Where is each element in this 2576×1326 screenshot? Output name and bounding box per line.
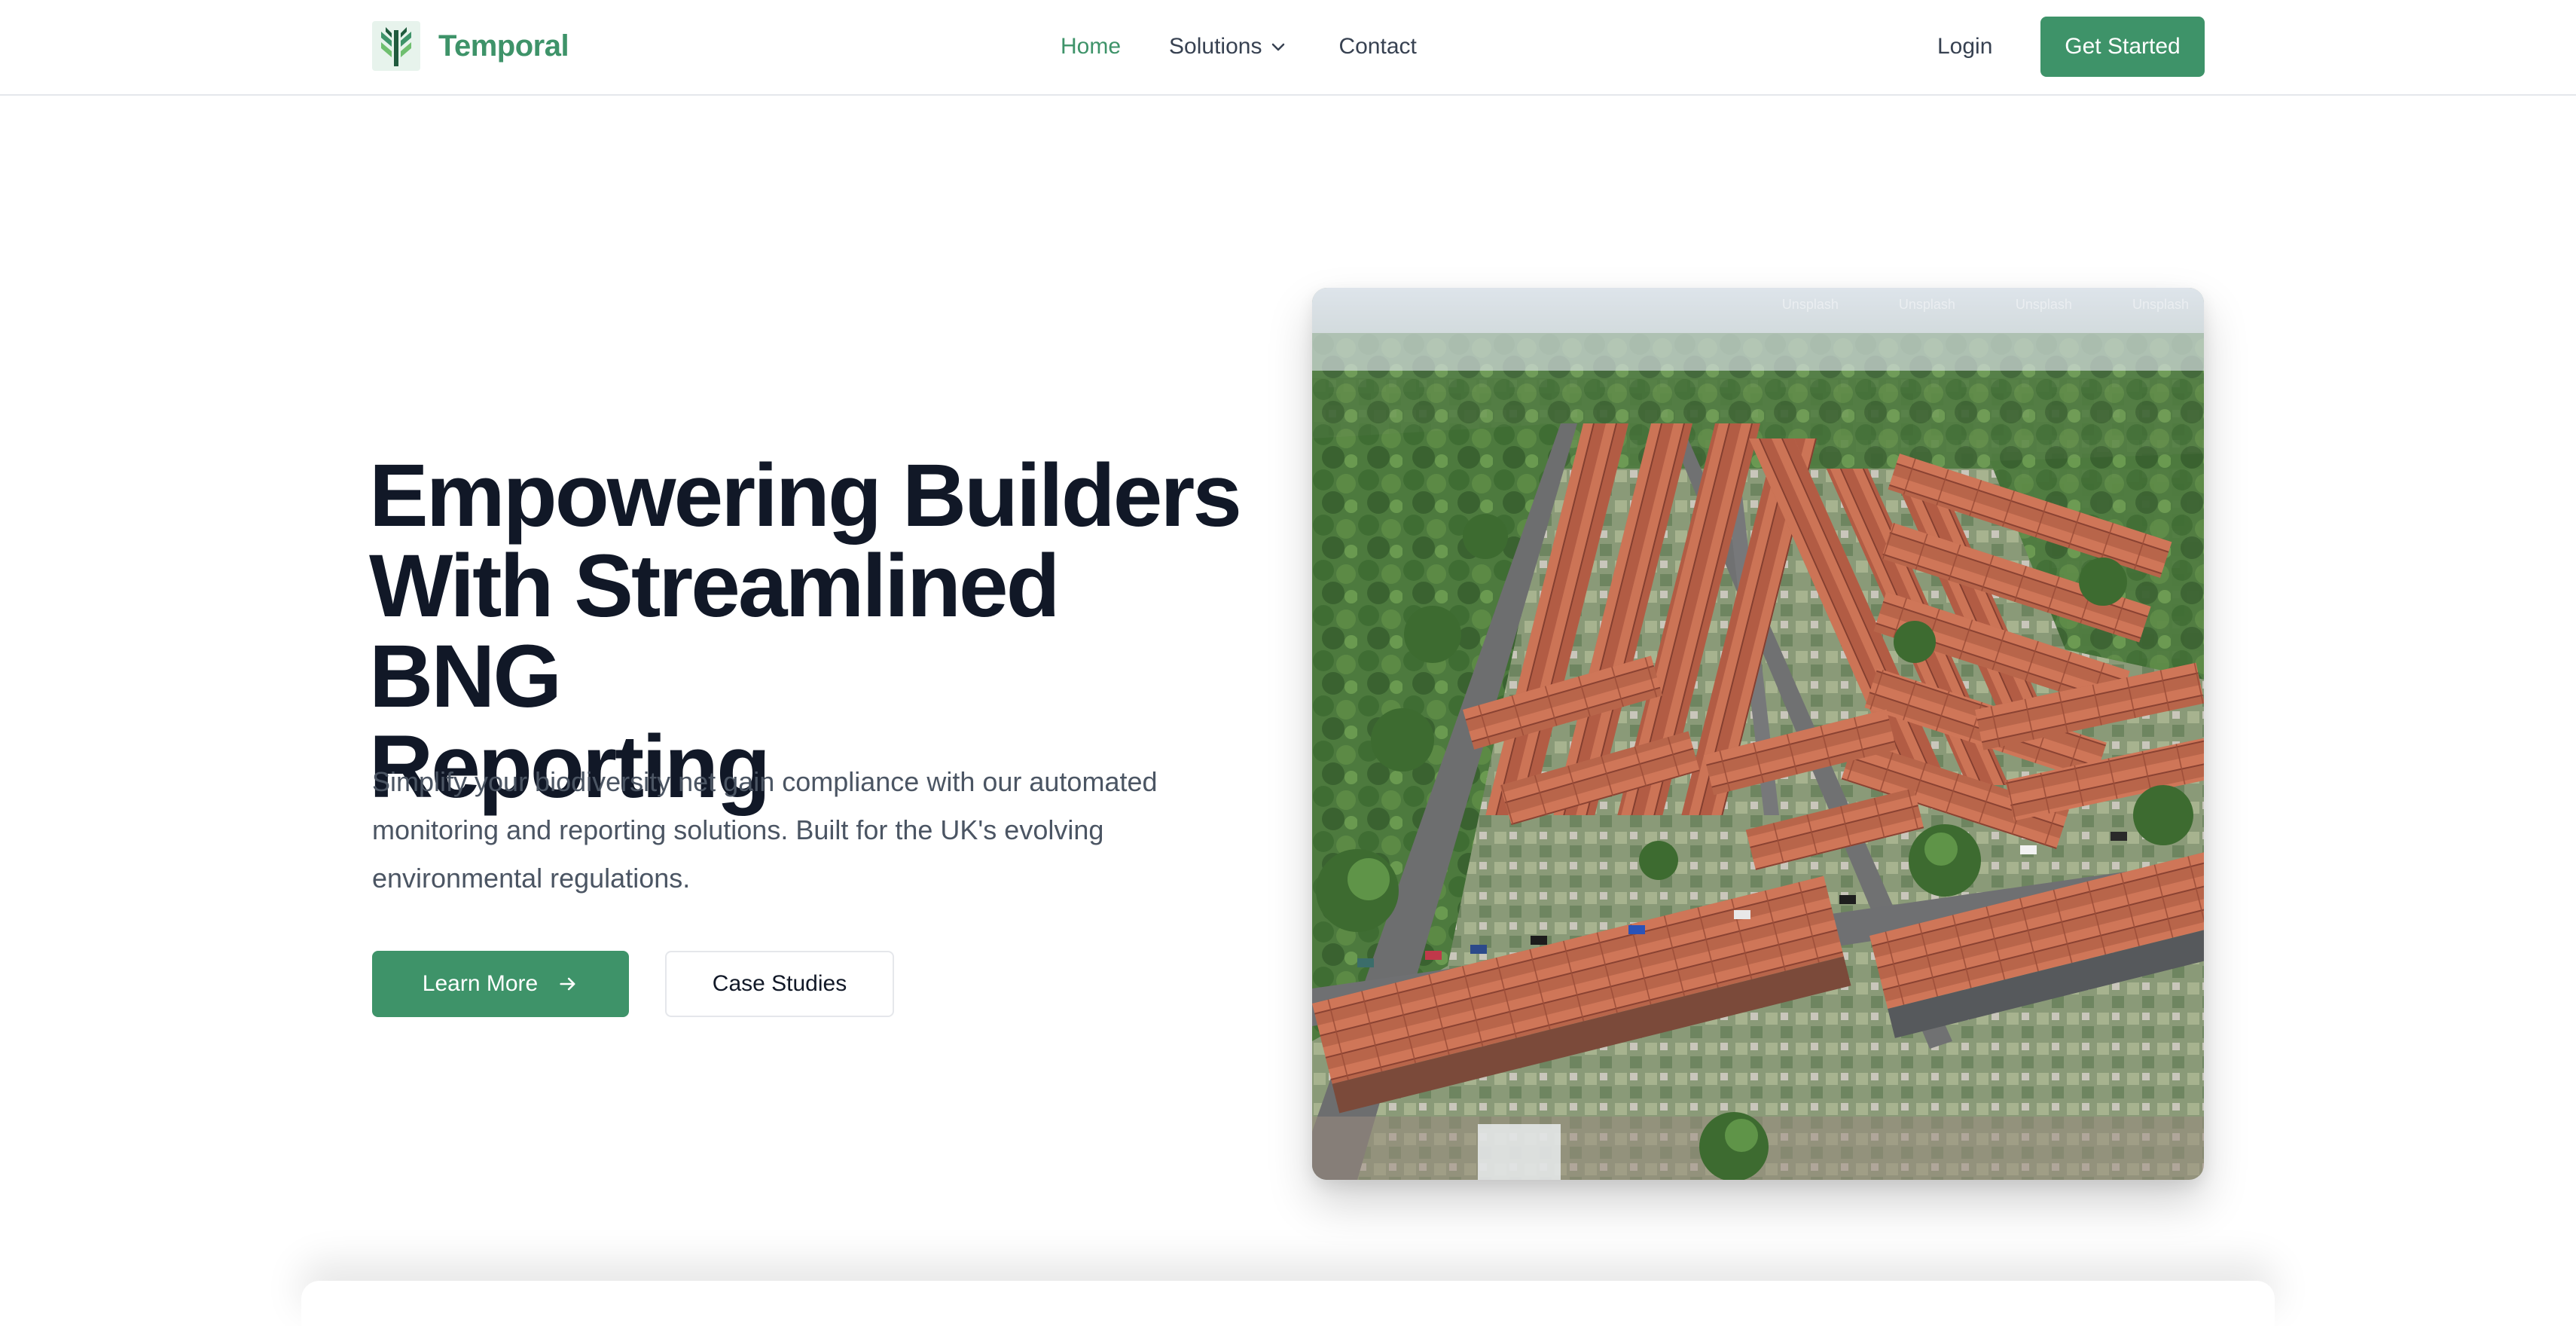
hero-actions: Learn More Case Studies xyxy=(372,951,894,1017)
hero-subtitle: Simplify your biodiversity net gain comp… xyxy=(372,758,1231,903)
learn-more-label: Learn More xyxy=(422,971,539,996)
wheat-stalks-icon xyxy=(372,21,420,71)
nav-link-home[interactable]: Home xyxy=(1061,34,1121,60)
hero-subtitle-line: monitoring and reporting solutions. Buil… xyxy=(372,814,1104,845)
nav-link-solutions[interactable]: Solutions xyxy=(1169,34,1287,60)
watermark-text: Unsplash xyxy=(1781,297,1839,312)
arrow-right-icon xyxy=(560,977,575,991)
login-link[interactable]: Login xyxy=(1937,30,1992,63)
case-studies-button[interactable]: Case Studies xyxy=(665,951,894,1017)
get-started-button[interactable]: Get Started xyxy=(2040,17,2205,77)
learn-more-button[interactable]: Learn More xyxy=(372,951,629,1017)
hero-subtitle-line: Simplify your biodiversity net gain comp… xyxy=(372,766,1158,797)
watermark-text: Unsplash xyxy=(2132,297,2189,312)
hero-title-line: Empowering Builders xyxy=(369,446,1242,545)
image-watermarks: Unsplash Unsplash Unsplash Unsplash xyxy=(1782,297,2189,313)
chevron-down-icon xyxy=(1272,43,1285,51)
watermark-text: Unsplash xyxy=(2015,297,2072,312)
primary-nav: Home Solutions Contact xyxy=(1061,0,1417,93)
hero-title-line: With Streamlined BNG xyxy=(369,536,1061,726)
nav-link-solutions-label: Solutions xyxy=(1169,34,1262,59)
top-navbar: Temporal Home Solutions Contact Login Ge… xyxy=(0,0,2576,96)
aerial-estate-illustration xyxy=(1312,288,2204,1180)
brand-logo-link[interactable]: Temporal xyxy=(372,21,569,71)
watermark-text: Unsplash xyxy=(1898,297,1955,312)
nav-link-contact[interactable]: Contact xyxy=(1338,34,1416,60)
hero-subtitle-line: environmental regulations. xyxy=(372,863,691,894)
next-section-card xyxy=(301,1281,2275,1326)
brand-name: Temporal xyxy=(438,29,569,63)
hero-image: Unsplash Unsplash Unsplash Unsplash xyxy=(1312,288,2204,1180)
